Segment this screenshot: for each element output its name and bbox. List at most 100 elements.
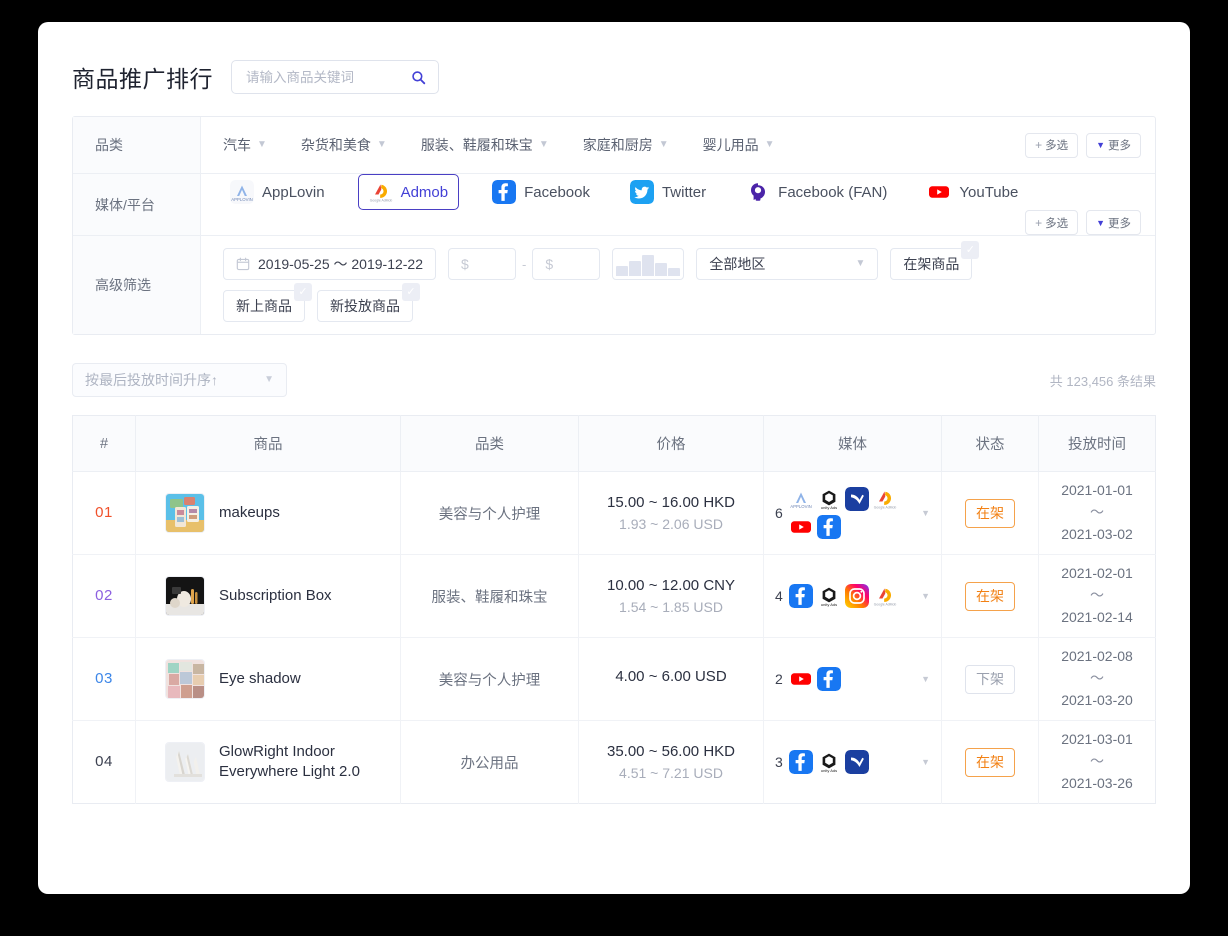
product-name: Eye shadow [219, 669, 301, 687]
media-option-admob[interactable]: Google AdMob Admob [357, 174, 460, 210]
cell-price: 35.00 ~ 56.00 HKD 4.51 ~ 7.21 USD [578, 720, 764, 804]
price-primary: 10.00 ~ 12.00 CNY [606, 577, 735, 594]
ranking-table: # 商品 品类 价格 媒体 状态 投放时间 01 makeups 美容与个人护理… [72, 415, 1156, 804]
sort-select-value: 按最后投放时间升序↑ [85, 372, 218, 388]
media-option-label: Facebook (FAN) [778, 183, 888, 201]
advanced-line-2: 新上商品 ✓ 新投放商品 ✓ [223, 283, 1141, 322]
histogram-bar [655, 262, 668, 276]
page-title: 商品推广排行 [72, 66, 213, 92]
price-range-separator: - [522, 256, 527, 272]
table-row[interactable]: 01 makeups 美容与个人护理 15.00 ~ 16.00 HKD 1.9… [72, 471, 1156, 555]
expand-media-icon[interactable]: ▼ [921, 591, 930, 601]
cell-time: 2021-01-01 ～ 2021-03-02 [1038, 471, 1156, 555]
media-option-applovin[interactable]: APPLOVIN AppLovin [223, 175, 332, 209]
result-count: 共 123,456 条结果 [1049, 373, 1156, 389]
category-multiselect-button[interactable]: + 多选 [1025, 132, 1079, 158]
price-primary: 15.00 ~ 16.00 HKD [606, 494, 735, 511]
region-select[interactable]: 全部地区 ▼ [696, 248, 879, 280]
expand-media-icon[interactable]: ▼ [921, 757, 930, 767]
expand-media-icon[interactable]: ▼ [921, 674, 930, 684]
product-name: makeups [219, 503, 280, 521]
cell-media: 3 unity Ads ▼ [763, 720, 942, 804]
admob-icon: Google AdMob [872, 584, 897, 608]
media-multiselect-button[interactable]: + 多选 [1025, 210, 1079, 235]
cell-price: 15.00 ~ 16.00 HKD 1.93 ~ 2.06 USD [578, 471, 764, 555]
category-option-1[interactable]: 杂货和美食 ▼ [301, 135, 387, 155]
histogram-bar [668, 267, 681, 276]
filter-row-advanced: 高级筛选 2019-05-25 ～ 2019-12-22 $ - $ 全部地区 … [73, 236, 1155, 334]
eye-shadow-thumb [165, 659, 205, 699]
rank-number: 04 [95, 753, 113, 770]
media-option-facebook[interactable]: Facebook [485, 175, 597, 209]
media-count: 4 [775, 588, 783, 604]
cell-product: Subscription Box [135, 554, 401, 638]
time-separator: ～ [1090, 670, 1104, 687]
search-box[interactable] [231, 60, 439, 94]
vungle-icon [844, 750, 869, 774]
media-count: 3 [775, 754, 783, 770]
media-option-label: AppLovin [262, 183, 325, 201]
time-separator: ～ [1090, 504, 1104, 521]
cell-time: 2021-02-08 ～ 2021-03-20 [1038, 637, 1156, 721]
subscription-box-thumb [165, 576, 205, 616]
price-histogram[interactable] [612, 248, 685, 280]
column-header-status: 状态 [941, 415, 1039, 472]
table-row[interactable]: 04 GlowRight Indoor Everywhere Light 2.0… [72, 720, 1156, 804]
date-range-picker[interactable]: 2019-05-25 ～ 2019-12-22 [223, 248, 437, 280]
region-select-value: 全部地区 [709, 256, 766, 272]
time-start: 2021-02-08 [1061, 648, 1133, 665]
media-option-facebook-fan[interactable]: Facebook (FAN) [739, 175, 894, 209]
rank-number: 03 [95, 670, 113, 687]
media-count: 2 [775, 671, 783, 687]
unity-ads-icon: unity Ads [816, 584, 841, 608]
cell-rank: 04 [72, 720, 136, 804]
search-input[interactable] [244, 68, 394, 86]
glowright-light-thumb [165, 742, 205, 782]
chip-on-shelf[interactable]: 在架商品 ✓ [890, 241, 980, 280]
sort-select[interactable]: 按最后投放时间升序↑ ▼ [72, 363, 287, 397]
page-content: 商品推广排行 品类 汽车 ▼ 杂货和美食 ▼ 服装、鞋履和珠宝 [38, 22, 1190, 804]
media-option-label: Admob [400, 183, 449, 201]
chip-new-campaign[interactable]: 新投放商品 ✓ [317, 283, 420, 322]
status-badge: 在架 [965, 747, 1015, 777]
category-option-0[interactable]: 汽车 ▼ [223, 135, 267, 155]
chip-on-shelf-label: 在架商品 [903, 256, 960, 272]
expand-media-icon[interactable]: ▼ [921, 508, 930, 518]
table-row[interactable]: 03 Eye shadow 美容与个人护理 4.00 ~ 6.00 USD 2 … [72, 637, 1156, 721]
table-header-row: # 商品 品类 价格 媒体 状态 投放时间 [72, 415, 1156, 472]
svg-text:APPLOVIN: APPLOVIN [790, 504, 812, 509]
cell-product: makeups [135, 471, 401, 555]
facebook-fan-icon [746, 180, 771, 204]
svg-text:Google AdMob: Google AdMob [874, 506, 897, 510]
category-option-label: 服装、鞋履和珠宝 [420, 137, 533, 153]
cell-media: 4 unity Ads Google AdMob ▼ [763, 554, 942, 638]
product-name: Subscription Box [219, 586, 332, 604]
unity-ads-icon: unity Ads [816, 750, 841, 774]
plus-icon: + [1035, 138, 1043, 152]
svg-text:Google AdMob: Google AdMob [369, 199, 392, 203]
chip-new-product[interactable]: 新上商品 ✓ [223, 283, 312, 322]
search-icon[interactable] [411, 70, 426, 85]
category-option-label: 杂货和美食 [300, 137, 371, 153]
media-more-button[interactable]: ▼ 更多 [1086, 210, 1141, 235]
chevron-down-icon: ▼ [538, 139, 549, 150]
category-option-2[interactable]: 服装、鞋履和珠宝 ▼ [421, 135, 549, 155]
column-header-rank: # [72, 415, 136, 472]
price-max-input[interactable]: $ [532, 248, 601, 280]
filter-body-media: APPLOVIN AppLovin Google AdMob Admob Fac… [201, 174, 1155, 235]
column-header-price: 价格 [578, 415, 764, 472]
category-option-3[interactable]: 家庭和厨房 ▼ [583, 135, 669, 155]
check-icon: ✓ [294, 283, 312, 301]
histogram-bar [642, 254, 655, 276]
table-row[interactable]: 02 Subscription Box 服装、鞋履和珠宝 10.00 ~ 12.… [72, 554, 1156, 638]
category-more-button[interactable]: ▼ 更多 [1086, 132, 1141, 158]
table-body: 01 makeups 美容与个人护理 15.00 ~ 16.00 HKD 1.9… [72, 471, 1156, 804]
price-min-input[interactable]: $ [448, 248, 517, 280]
media-option-youtube[interactable]: YouTube [920, 175, 1025, 209]
media-option-label: YouTube [959, 183, 1019, 201]
rank-number: 01 [95, 504, 113, 521]
date-range-value: 2019-05-25 ～ 2019-12-22 [258, 256, 424, 272]
media-option-twitter[interactable]: Twitter [623, 175, 713, 209]
category-option-4[interactable]: 婴儿用品 ▼ [703, 135, 775, 155]
facebook-icon [788, 750, 813, 774]
